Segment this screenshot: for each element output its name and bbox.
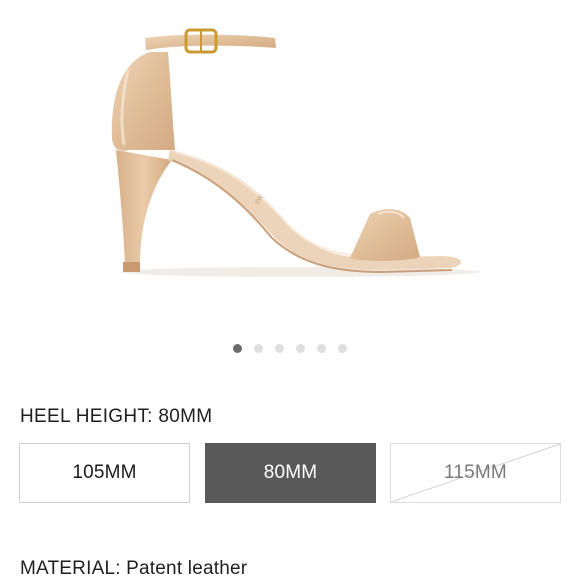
heel-option-label: 105MM [72, 462, 137, 483]
carousel-dots [0, 344, 580, 353]
heel-option-80mm[interactable]: 80MM [205, 443, 376, 503]
carousel-dot-1[interactable] [233, 344, 242, 353]
sandal-illustration: SW [111, 28, 480, 277]
heel-option-115mm[interactable]: 115MM [390, 443, 561, 503]
heel-height-options: 105MM 80MM 115MM [19, 443, 562, 505]
heel-option-label: 80MM [263, 462, 318, 483]
product-image[interactable]: SW [0, 0, 580, 330]
heel-option-105mm[interactable]: 105MM [19, 443, 190, 503]
carousel-dot-6[interactable] [338, 344, 347, 353]
heel-height-label: HEEL HEIGHT: 80MM [20, 406, 213, 427]
carousel-dot-3[interactable] [275, 344, 284, 353]
material-label: MATERIAL: Patent leather [20, 558, 248, 579]
heel-option-label: 115MM [444, 462, 507, 483]
carousel-dot-5[interactable] [317, 344, 326, 353]
carousel-dot-2[interactable] [254, 344, 263, 353]
carousel-dot-4[interactable] [296, 344, 305, 353]
